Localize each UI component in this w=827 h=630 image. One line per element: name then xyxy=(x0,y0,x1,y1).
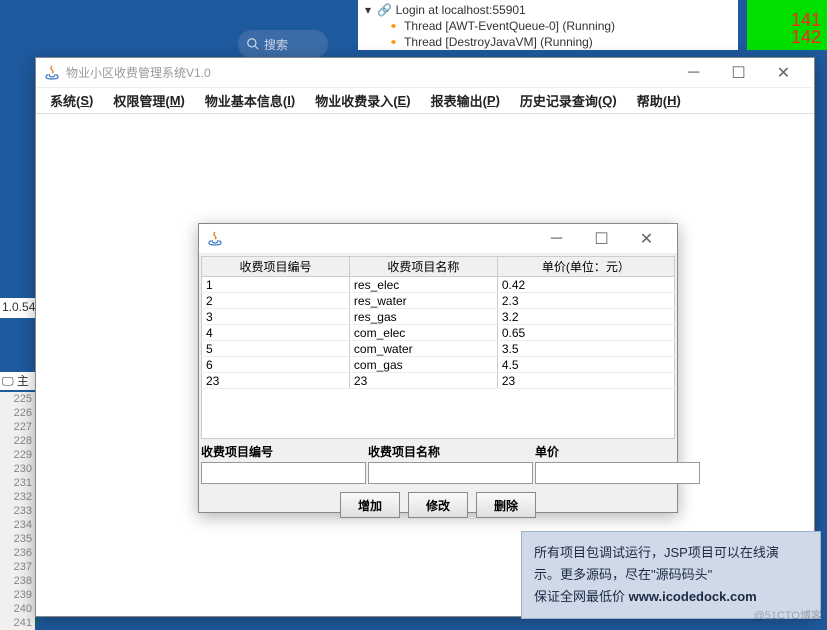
cell-id[interactable]: 6 xyxy=(202,357,350,373)
button-row: 增加 修改 删除 xyxy=(199,486,677,524)
col-header[interactable]: 收费项目编号 xyxy=(202,257,350,277)
cell-id[interactable]: 5 xyxy=(202,341,350,357)
dialog-maximize-button[interactable]: ☐ xyxy=(579,224,624,254)
bg-debug-tree: ▾ 🔗 Login at localhost:55901 🔸 Thread [A… xyxy=(358,0,738,50)
bg-search-text: 搜索 xyxy=(264,36,288,53)
promo-line2: 示。更多源码，尽在"源码码头" xyxy=(534,564,808,586)
table-row[interactable]: 5com_water3.5 xyxy=(202,341,675,357)
col-header[interactable]: 收费项目名称 xyxy=(349,257,497,277)
table-row[interactable]: 1res_elec0.42 xyxy=(202,277,675,293)
search-icon xyxy=(246,37,260,51)
maximize-button[interactable]: ☐ xyxy=(716,58,761,88)
cell-id[interactable]: 2 xyxy=(202,293,350,309)
bg-version: 1.0.54 xyxy=(0,298,35,318)
cell-id[interactable]: 1 xyxy=(202,277,350,293)
menu-e[interactable]: 物业收费录入(E) xyxy=(305,88,420,113)
cell-price[interactable]: 3.2 xyxy=(497,309,674,325)
table-row[interactable]: 4com_elec0.65 xyxy=(202,325,675,341)
cell-price[interactable]: 3.5 xyxy=(497,341,674,357)
cell-name[interactable]: res_elec xyxy=(349,277,497,293)
fee-table[interactable]: 收费项目编号收费项目名称单价(单位：元） 1res_elec0.422res_w… xyxy=(201,256,675,389)
cell-price[interactable]: 23 xyxy=(497,373,674,389)
bg-line-numbers: 141 142 xyxy=(747,0,827,50)
form-row: 收费项目编号 收费项目名称 单价 xyxy=(199,439,677,486)
table-row[interactable]: 3res_gas3.2 xyxy=(202,309,675,325)
table-pad xyxy=(201,389,675,439)
java-icon xyxy=(207,231,223,247)
menubar: 系统(S)权限管理(M)物业基本信息(I)物业收费录入(E)报表输出(P)历史记… xyxy=(36,88,814,114)
cell-id[interactable]: 3 xyxy=(202,309,350,325)
bg-editor-gutter: 2252262272282292302312322332342352362372… xyxy=(0,392,35,630)
cell-id[interactable]: 23 xyxy=(202,373,350,389)
cell-name[interactable]: 23 xyxy=(349,373,497,389)
fee-dialog: ─ ☐ ✕ 收费项目编号收费项目名称单价(单位：元） 1res_elec0.42… xyxy=(198,223,678,513)
dialog-minimize-button[interactable]: ─ xyxy=(534,224,579,254)
price-label: 单价 xyxy=(535,441,700,462)
cell-price[interactable]: 4.5 xyxy=(497,357,674,373)
main-title-text: 物业小区收费管理系统V1.0 xyxy=(66,64,671,81)
debug-root: Login at localhost:55901 xyxy=(396,3,526,17)
promo-line3: 保证全网最低价 www.icodedock.com xyxy=(534,586,808,608)
col-header[interactable]: 单价(单位：元） xyxy=(497,257,674,277)
table-area: 收费项目编号收费项目名称单价(单位：元） 1res_elec0.422res_w… xyxy=(199,254,677,389)
watermark: @51CTO博客 xyxy=(754,607,822,623)
menu-m[interactable]: 权限管理(M) xyxy=(103,88,195,113)
cell-name[interactable]: res_water xyxy=(349,293,497,309)
cell-name[interactable]: com_gas xyxy=(349,357,497,373)
cell-price[interactable]: 0.42 xyxy=(497,277,674,293)
cell-id[interactable]: 4 xyxy=(202,325,350,341)
price-input[interactable] xyxy=(535,462,700,484)
cell-price[interactable]: 0.65 xyxy=(497,325,674,341)
id-input[interactable] xyxy=(201,462,366,484)
debug-thread: Thread [DestroyJavaVM] (Running) xyxy=(404,35,593,49)
bg-host-label: 🖵 主机 xyxy=(0,372,40,390)
edit-button[interactable]: 修改 xyxy=(408,492,468,518)
table-row[interactable]: 232323 xyxy=(202,373,675,389)
name-label: 收费项目名称 xyxy=(368,441,533,462)
bg-search-box: 搜索 xyxy=(238,30,328,58)
name-input[interactable] xyxy=(368,462,533,484)
delete-button[interactable]: 删除 xyxy=(476,492,536,518)
table-row[interactable]: 2res_water2.3 xyxy=(202,293,675,309)
minimize-button[interactable]: ─ xyxy=(671,58,716,88)
id-label: 收费项目编号 xyxy=(201,441,366,462)
menu-i[interactable]: 物业基本信息(I) xyxy=(195,88,305,113)
promo-popup: 所有项目包调试运行，JSP项目可以在线演 示。更多源码，尽在"源码码头" 保证全… xyxy=(521,531,821,619)
menu-s[interactable]: 系统(S) xyxy=(40,88,103,113)
menu-q[interactable]: 历史记录查询(Q) xyxy=(510,88,627,113)
close-button[interactable]: ✕ xyxy=(761,58,806,88)
cell-name[interactable]: res_gas xyxy=(349,309,497,325)
java-icon xyxy=(44,65,60,81)
cell-name[interactable]: com_water xyxy=(349,341,497,357)
debug-thread: Thread [AWT-EventQueue-0] (Running) xyxy=(404,19,615,33)
cell-price[interactable]: 2.3 xyxy=(497,293,674,309)
table-row[interactable]: 6com_gas4.5 xyxy=(202,357,675,373)
dialog-titlebar[interactable]: ─ ☐ ✕ xyxy=(199,224,677,254)
promo-line1: 所有项目包调试运行，JSP项目可以在线演 xyxy=(534,542,808,564)
main-titlebar[interactable]: 物业小区收费管理系统V1.0 ─ ☐ ✕ xyxy=(36,58,814,88)
cell-name[interactable]: com_elec xyxy=(349,325,497,341)
add-button[interactable]: 增加 xyxy=(340,492,400,518)
menu-h[interactable]: 帮助(H) xyxy=(627,88,691,113)
dialog-close-button[interactable]: ✕ xyxy=(624,224,669,254)
menu-p[interactable]: 报表输出(P) xyxy=(421,88,510,113)
